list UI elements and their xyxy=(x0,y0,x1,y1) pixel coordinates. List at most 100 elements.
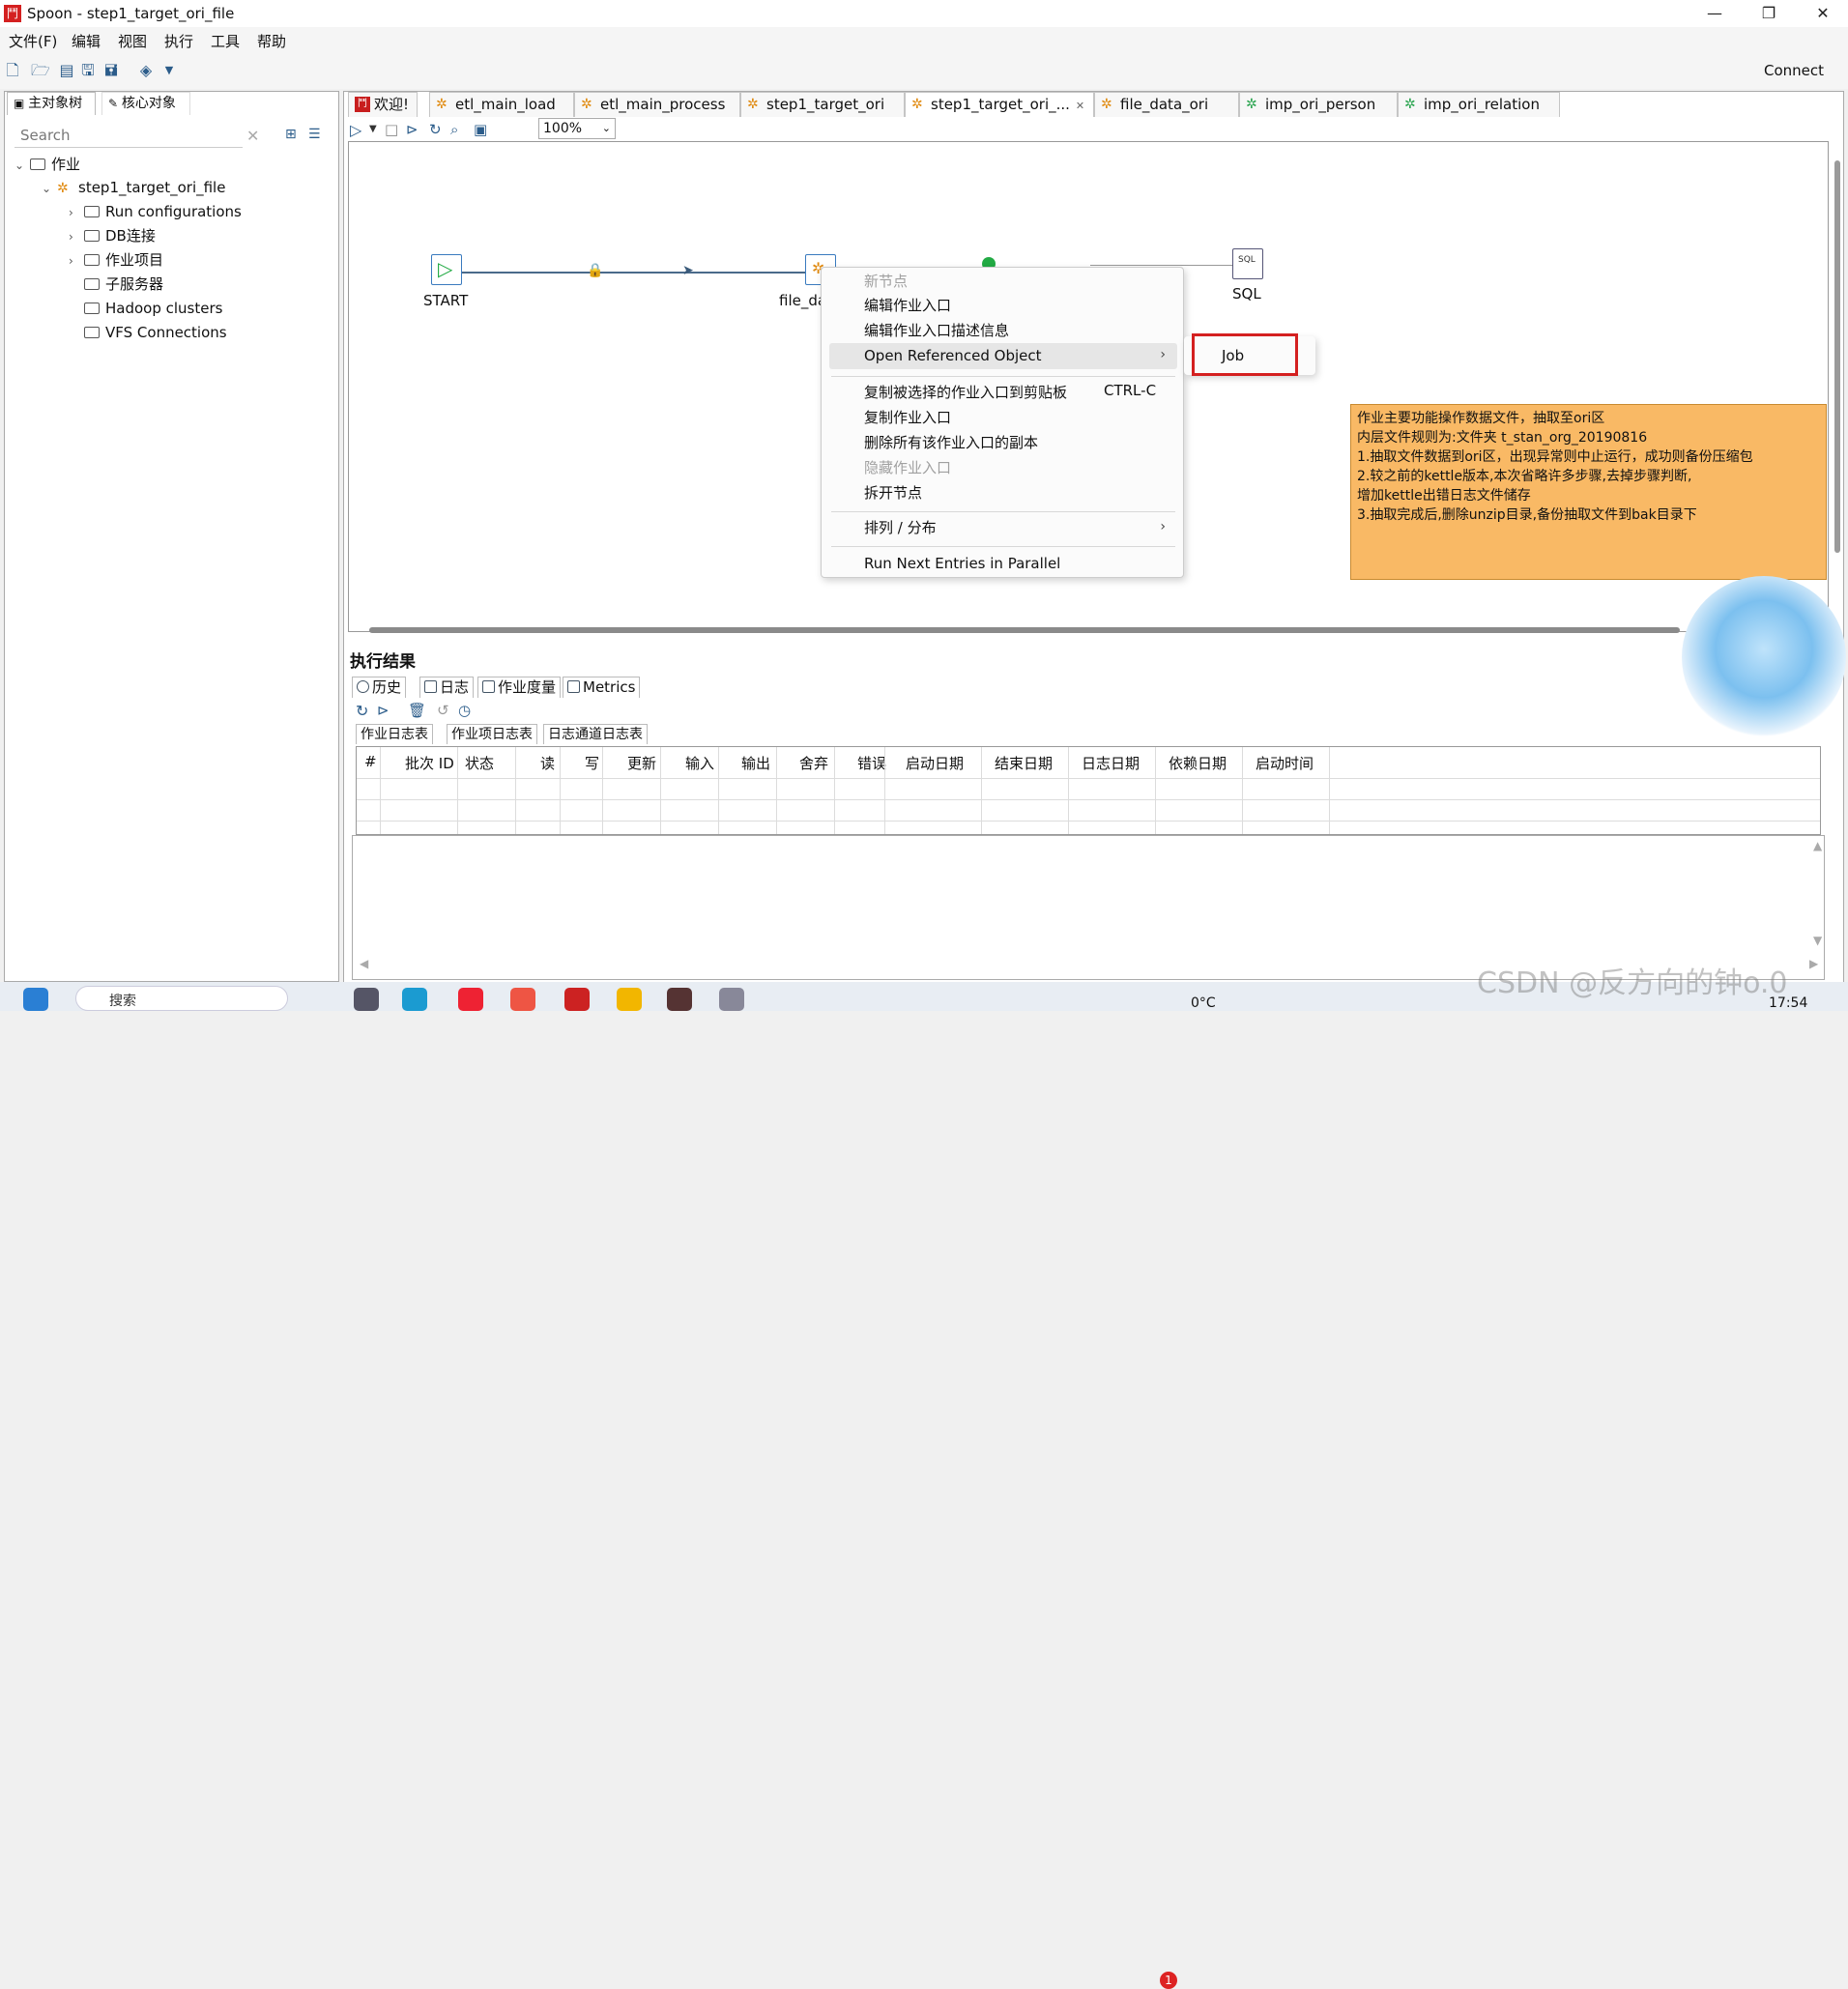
tab-etl-main-load[interactable]: ✲ etl_main_load xyxy=(429,92,574,117)
tree-item-vfs-connections[interactable]: VFS Connections xyxy=(69,322,227,343)
tree-item-run-configurations[interactable]: › Run configurations xyxy=(69,201,242,222)
tree-item-job-entries[interactable]: › 作业项目 xyxy=(69,249,163,271)
column-header[interactable]: 启动时间 xyxy=(1256,753,1314,773)
tab-welcome[interactable]: 鬥欢迎! xyxy=(348,92,418,117)
tree-root-jobs[interactable]: ⌄ 作业 xyxy=(14,154,80,175)
close-button[interactable]: ✕ xyxy=(1794,0,1848,27)
subtab-channel-log[interactable]: 日志通道日志表 xyxy=(543,724,648,744)
menu-run[interactable]: 执行 xyxy=(164,31,193,51)
hop-line[interactable] xyxy=(1090,265,1233,266)
tree-item-db-connections[interactable]: › DB连接 xyxy=(69,225,156,246)
stop-icon[interactable]: □ xyxy=(385,121,398,138)
tab-file-data-ori[interactable]: ✲ file_data_ori xyxy=(1094,92,1239,117)
chevron-down-icon[interactable]: ▼ xyxy=(160,62,178,79)
windows-start-icon[interactable] xyxy=(23,988,48,1011)
menu-copy-selected[interactable]: 复制被选择的作业入口到剪贴板 xyxy=(864,382,1067,403)
menu-delete-copies[interactable]: 删除所有该作业入口的副本 xyxy=(864,432,1038,453)
save-as-icon[interactable]: 🖬 xyxy=(102,62,120,79)
column-header[interactable]: 状态 xyxy=(465,753,494,773)
scroll-up-icon[interactable]: ▲ xyxy=(1813,839,1822,852)
tab-imp-ori-person[interactable]: ✲ imp_ori_person xyxy=(1239,92,1398,117)
tab-main-tree[interactable]: ▣ 主对象树 xyxy=(7,92,96,115)
column-header[interactable]: 批次 ID xyxy=(405,753,454,773)
chevron-right-icon[interactable]: › xyxy=(69,250,84,272)
menu-detach[interactable]: 拆开节点 xyxy=(864,482,922,504)
menu-view[interactable]: 视图 xyxy=(118,31,147,51)
tab-imp-ori-relation[interactable]: ✲ imp_ori_relation xyxy=(1398,92,1560,117)
edge-icon[interactable] xyxy=(402,988,427,1011)
explore-repository-icon[interactable]: ▤ xyxy=(58,62,75,79)
app-icon[interactable] xyxy=(719,988,744,1011)
chrome-icon[interactable] xyxy=(510,988,535,1011)
column-header[interactable]: 读 xyxy=(540,753,555,773)
horizontal-scrollbar[interactable] xyxy=(369,627,1680,633)
replay-icon[interactable]: ↻ xyxy=(429,121,442,138)
column-header[interactable]: 启动日期 xyxy=(906,753,964,773)
run-icon[interactable]: ▷ xyxy=(350,121,361,139)
delete-icon[interactable]: 🗑 xyxy=(408,702,426,719)
close-tab-icon[interactable]: ✕ xyxy=(1076,100,1084,112)
menu-open-referenced-object[interactable]: Open Referenced Object xyxy=(864,345,1042,366)
note[interactable]: 作业主要功能操作数据文件，抽取至ori区 内层文件规则为:文件夹 t_stan_… xyxy=(1350,404,1827,580)
log-table[interactable]: # 批次 ID 状态 读 写 更新 输入 输出 舍弃 错误 启动日期 结束日期 … xyxy=(356,746,1821,835)
submenu-item-job[interactable]: Job xyxy=(1222,347,1244,364)
tab-core-objects[interactable]: ✎ 核心对象 xyxy=(101,92,190,115)
clear-search-icon[interactable]: ✕ xyxy=(246,127,259,145)
expand-tree-icon[interactable]: ⊞ xyxy=(285,127,297,142)
tab-metrics[interactable]: Metrics xyxy=(563,677,641,698)
intellij-icon[interactable] xyxy=(667,988,692,1011)
minimize-button[interactable]: — xyxy=(1686,0,1744,27)
connect-button[interactable]: Connect xyxy=(1764,62,1824,79)
collapse-tree-icon[interactable]: ☰ xyxy=(308,127,321,142)
task-view-icon[interactable] xyxy=(354,988,379,1011)
tab-step1-target-ori[interactable]: ✲ step1_target_ori xyxy=(740,92,905,117)
menu-run-parallel[interactable]: Run Next Entries in Parallel xyxy=(864,553,1060,574)
sql-node[interactable]: SQL xyxy=(1232,248,1263,279)
tree-item-hadoop-clusters[interactable]: Hadoop clusters xyxy=(69,298,222,319)
refresh-icon[interactable]: ↻ xyxy=(356,702,368,720)
chevron-down-icon[interactable]: ⌄ xyxy=(42,178,57,199)
chevron-right-icon[interactable]: › xyxy=(69,226,84,247)
subtab-entry-log[interactable]: 作业项日志表 xyxy=(447,724,537,744)
hop-line[interactable] xyxy=(461,272,821,274)
zoom-select[interactable]: 100% ⌄ xyxy=(538,118,616,139)
menu-help[interactable]: 帮助 xyxy=(257,31,286,51)
weather-temperature[interactable]: 0°C xyxy=(1191,995,1216,1011)
subtab-job-log[interactable]: 作业日志表 xyxy=(356,724,433,744)
layers-icon[interactable]: ◈ xyxy=(137,62,155,79)
app-icon[interactable] xyxy=(617,988,642,1011)
column-header[interactable]: 更新 xyxy=(627,753,656,773)
chevron-right-icon[interactable]: › xyxy=(69,202,84,223)
maximize-button[interactable]: ❐ xyxy=(1740,0,1798,27)
tab-step1-target-ori-file[interactable]: ✲ step1_target_ori_... ✕ xyxy=(905,92,1094,117)
menu-edit-entry[interactable]: 编辑作业入口 xyxy=(864,295,951,316)
menu-file[interactable]: 文件(F) xyxy=(9,31,57,51)
tab-log[interactable]: 日志 xyxy=(419,677,475,698)
menu-edit-description[interactable]: 编辑作业入口描述信息 xyxy=(864,320,1009,341)
vertical-scrollbar[interactable] xyxy=(1834,160,1840,553)
column-header[interactable]: 日志日期 xyxy=(1082,753,1140,773)
app-icon[interactable] xyxy=(458,988,483,1011)
spoon-taskbar-icon[interactable] xyxy=(564,988,590,1011)
sql-icon[interactable]: ▣ xyxy=(474,121,487,138)
history-icon[interactable]: ◷ xyxy=(458,702,471,719)
check-icon[interactable]: ⌕ xyxy=(450,121,458,138)
scroll-left-icon[interactable]: ◀ xyxy=(360,957,368,970)
menu-tools[interactable]: 工具 xyxy=(211,31,240,51)
save-icon[interactable]: 🖫 xyxy=(79,62,97,79)
tab-etl-main-process[interactable]: ✲ etl_main_process xyxy=(574,92,740,117)
column-header[interactable]: 错误 xyxy=(857,753,886,773)
column-header[interactable]: # xyxy=(364,753,377,770)
chevron-down-icon[interactable]: ⌄ xyxy=(14,155,30,176)
tree-job-node[interactable]: ⌄ ✲ step1_target_ori_file xyxy=(42,177,225,198)
start-node[interactable]: ▷ xyxy=(431,254,462,285)
column-header[interactable]: 依赖日期 xyxy=(1169,753,1227,773)
new-file-icon[interactable]: 🗋 xyxy=(4,62,21,79)
tab-job-metrics[interactable]: 作业度量 xyxy=(477,677,562,698)
replay-icon[interactable]: ⊳ xyxy=(377,702,390,719)
tab-history[interactable]: 历史 xyxy=(352,677,407,698)
tree-item-slave-servers[interactable]: 子服务器 xyxy=(69,274,163,295)
column-header[interactable]: 写 xyxy=(585,753,599,773)
search-input[interactable]: Search xyxy=(14,123,243,148)
column-header[interactable]: 输入 xyxy=(685,753,714,773)
